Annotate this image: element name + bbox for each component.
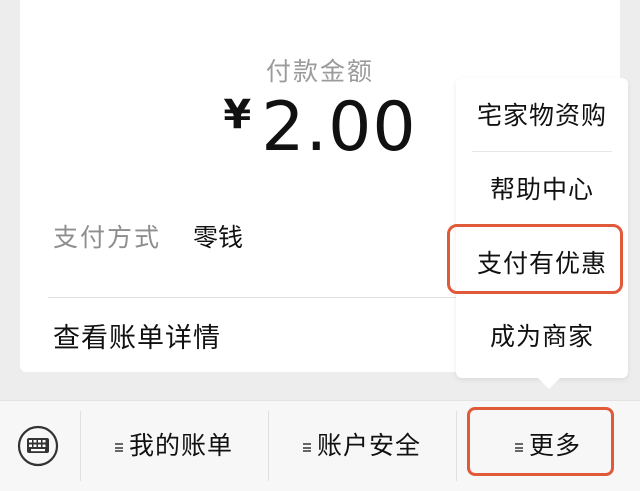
keyboard-icon[interactable]	[17, 425, 59, 467]
currency-symbol: ¥	[223, 92, 252, 138]
menu-item-become-merchant[interactable]: 成为商家	[456, 302, 628, 372]
highlight-box-more	[467, 407, 614, 476]
view-bill-details-link[interactable]: 查看账单详情	[53, 316, 221, 355]
payment-method-value: 零钱	[193, 223, 244, 252]
tab-label: 账户安全	[316, 431, 421, 460]
tab-account-security[interactable]: 账户安全	[268, 401, 456, 491]
menu-item-help-center[interactable]: 帮助中心	[456, 155, 628, 225]
menu-divider	[472, 151, 612, 152]
menu-item-home-shopping[interactable]: 宅家物资购	[456, 81, 628, 151]
amount-value: 2.00	[261, 88, 417, 167]
menu-lines-icon	[114, 443, 123, 452]
tab-my-bills[interactable]: 我的账单	[80, 401, 268, 491]
payment-method-label: 支付方式	[53, 223, 162, 252]
tab-label: 我的账单	[128, 431, 233, 460]
highlight-box-payment-discount	[447, 224, 623, 294]
menu-lines-icon	[302, 443, 311, 452]
